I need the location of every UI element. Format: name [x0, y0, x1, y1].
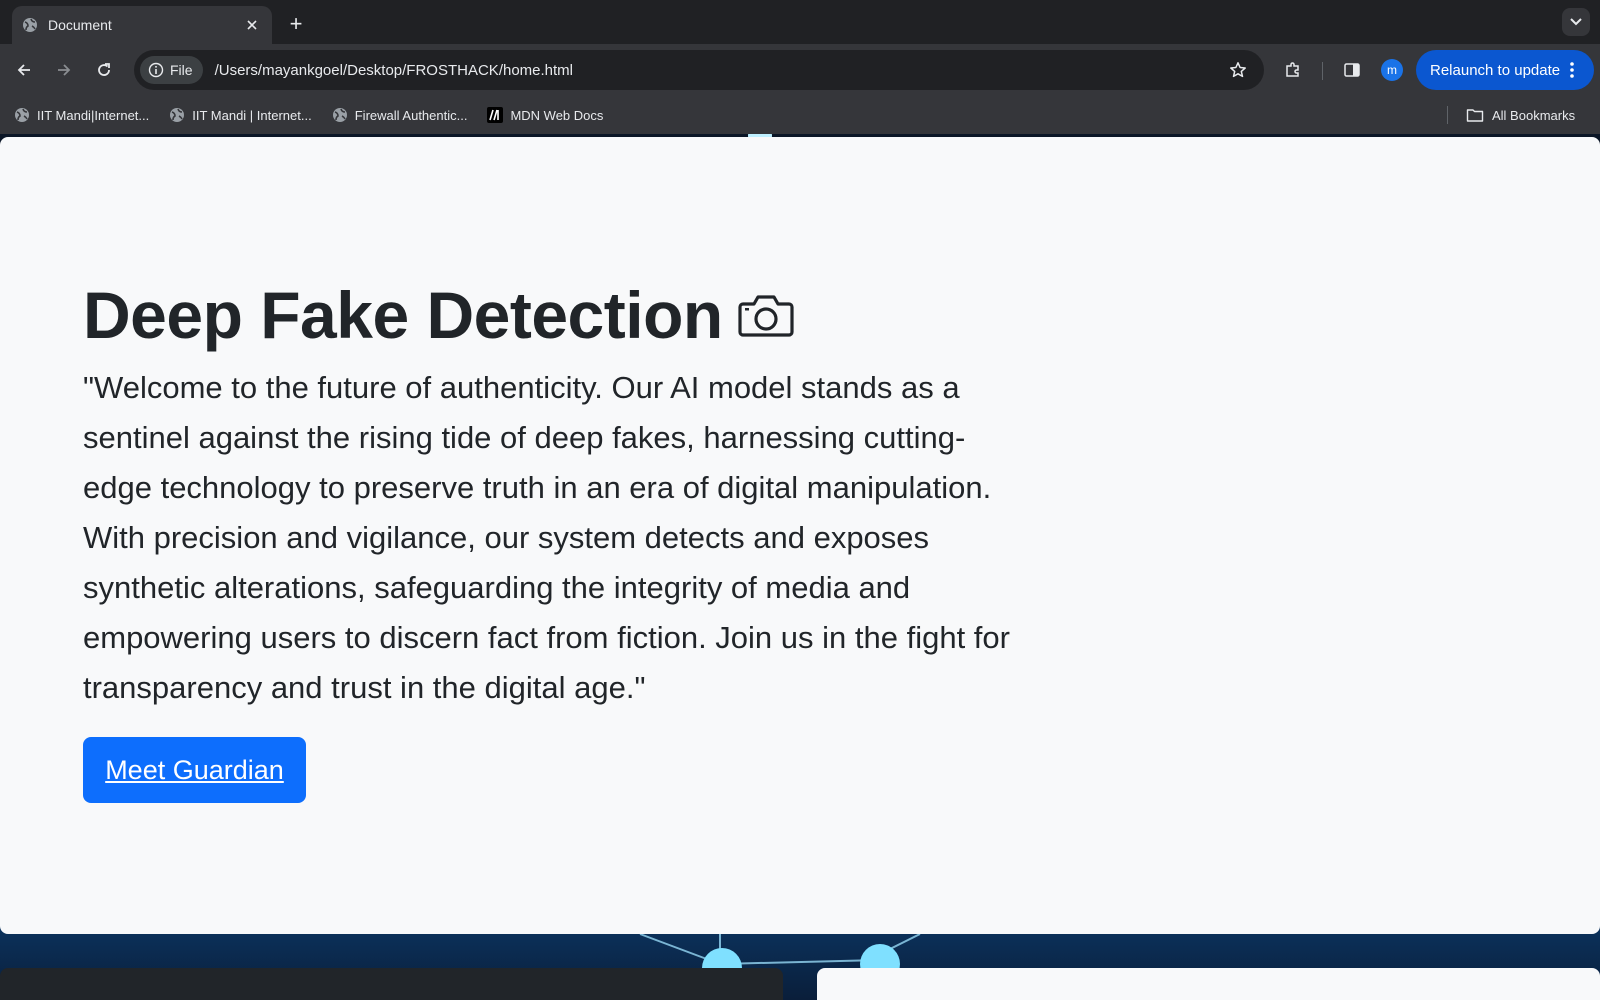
feature-card-light	[817, 968, 1600, 1000]
profile-avatar[interactable]: m	[1381, 59, 1403, 81]
address-bar[interactable]: File /Users/mayankgoel/Desktop/FROSTHACK…	[134, 50, 1264, 90]
tab-document[interactable]: Document	[12, 6, 272, 44]
bookmarks-divider	[1447, 106, 1448, 124]
close-icon[interactable]	[242, 15, 262, 35]
bookmark-firewall[interactable]: Firewall Authentic...	[332, 101, 474, 129]
all-bookmarks-label: All Bookmarks	[1492, 107, 1576, 123]
puzzle-icon	[1284, 61, 1302, 79]
browser-toolbar: File /Users/mayankgoel/Desktop/FROSTHACK…	[0, 44, 1600, 96]
arrow-right-icon	[56, 62, 72, 78]
site-info-label: File	[170, 62, 193, 78]
relaunch-button[interactable]: Relaunch to update	[1416, 50, 1594, 90]
back-button[interactable]	[10, 56, 38, 84]
info-icon	[148, 62, 164, 78]
tab-strip: Document +	[0, 0, 1600, 44]
intro-paragraph: "Welcome to the future of authenticity. …	[83, 370, 1010, 705]
all-bookmarks-button[interactable]: All Bookmarks	[1466, 101, 1575, 129]
page-viewport: Deep Fake Detection "Welcome to the futu…	[0, 134, 1600, 1000]
side-panel-button[interactable]	[1338, 56, 1366, 84]
hero-section: Deep Fake Detection "Welcome to the futu…	[0, 137, 1600, 934]
reload-icon	[96, 62, 112, 78]
url-text[interactable]: /Users/mayankgoel/Desktop/FROSTHACK/home…	[215, 62, 1224, 79]
globe-icon	[332, 107, 348, 123]
more-vert-icon[interactable]	[1562, 60, 1582, 80]
camera-icon	[737, 292, 795, 338]
side-panel-icon	[1343, 61, 1361, 79]
bookmark-label: IIT Mandi|Internet...	[37, 107, 150, 123]
tab-search-button[interactable]	[1562, 8, 1590, 36]
page-title-text: Deep Fake Detection	[83, 278, 723, 352]
tab-title: Document	[48, 17, 112, 33]
star-icon[interactable]	[1224, 56, 1252, 84]
bookmark-label: Firewall Authentic...	[354, 107, 468, 123]
arrow-left-icon	[16, 62, 32, 78]
reload-button[interactable]	[90, 56, 118, 84]
chevron-down-icon	[1570, 18, 1582, 26]
relaunch-label: Relaunch to update	[1430, 61, 1561, 79]
globe-icon	[14, 107, 30, 123]
feature-card-dark	[0, 968, 783, 1000]
meet-guardian-button[interactable]: Meet Guardian	[83, 737, 306, 803]
bookmark-label: MDN Web Docs	[510, 107, 604, 123]
bookmark-iit-mandi-2[interactable]: IIT Mandi | Internet...	[169, 101, 317, 129]
bookmarks-bar: IIT Mandi|Internet... IIT Mandi | Intern…	[0, 96, 1600, 134]
site-info-chip[interactable]: File	[140, 56, 203, 84]
extensions-button[interactable]	[1279, 56, 1307, 84]
toolbar-divider	[1322, 62, 1323, 80]
new-tab-button[interactable]: +	[282, 10, 310, 38]
mdn-icon	[487, 107, 504, 123]
bookmark-iit-mandi-1[interactable]: IIT Mandi|Internet...	[14, 101, 155, 129]
page-title: Deep Fake Detection	[83, 277, 795, 353]
bookmark-label: IIT Mandi | Internet...	[192, 107, 312, 123]
forward-button[interactable]	[50, 56, 78, 84]
bookmark-mdn[interactable]: MDN Web Docs	[487, 101, 609, 129]
globe-icon	[169, 107, 185, 123]
globe-icon	[22, 17, 38, 33]
folder-icon	[1466, 107, 1484, 123]
